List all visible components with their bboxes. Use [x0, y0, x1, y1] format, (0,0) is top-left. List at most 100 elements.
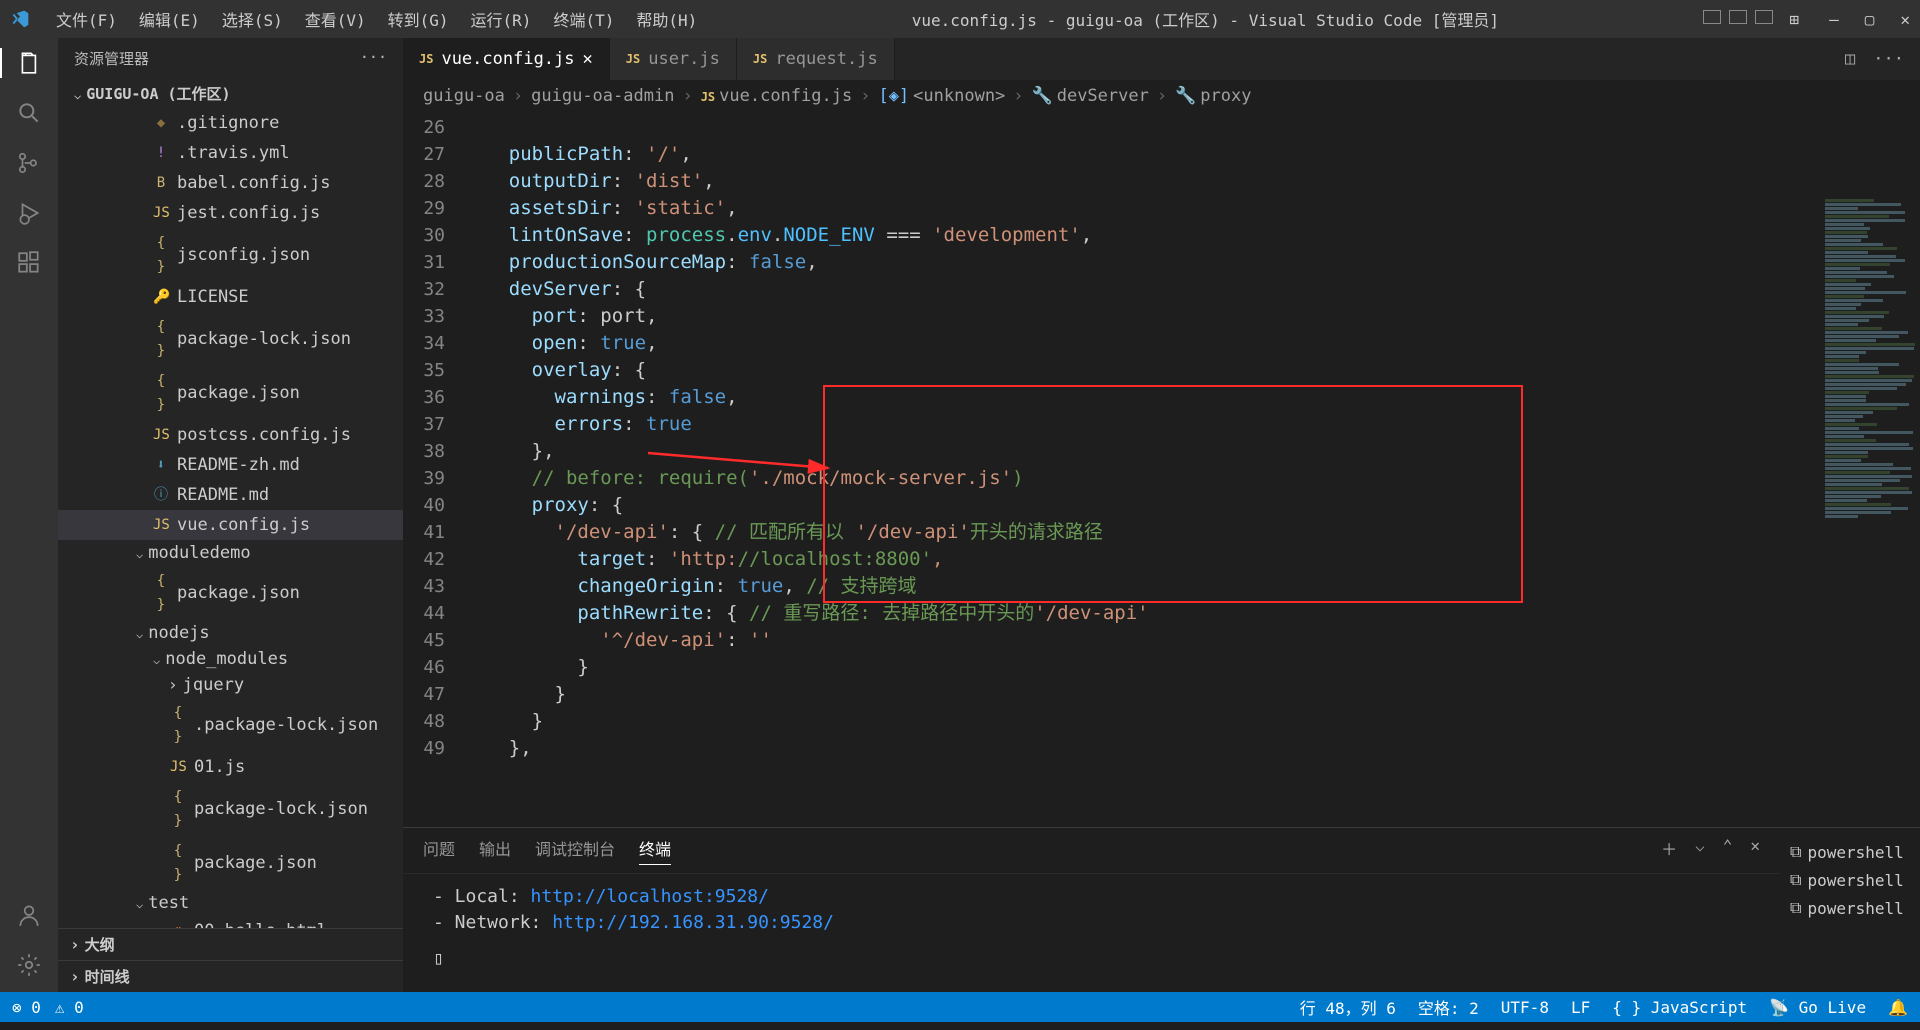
terminal-instance[interactable]: ⧉powershell	[1788, 894, 1912, 922]
file-tree-item[interactable]: ⬇README-zh.md	[58, 450, 403, 480]
folder-item[interactable]: test	[58, 890, 403, 916]
line-number: 26	[403, 114, 445, 141]
maximize-icon[interactable]: ▢	[1865, 10, 1875, 29]
menu-help[interactable]: 帮助(H)	[626, 3, 707, 35]
breadcrumb-item[interactable]: [◈]<unknown>	[878, 86, 1005, 106]
terminal-dropdown-icon[interactable]: ⌵	[1695, 836, 1705, 865]
gear-icon[interactable]	[14, 950, 44, 980]
file-tree-item[interactable]: <>00-hello.html	[58, 916, 403, 928]
breadcrumb-item[interactable]: 🔧proxy	[1175, 86, 1251, 106]
search-icon[interactable]	[14, 98, 44, 128]
file-tree-item[interactable]: { }jsconfig.json	[58, 228, 403, 282]
line-number: 30	[403, 222, 445, 249]
file-tree-item[interactable]: { }package.json	[58, 566, 403, 620]
file-name: package-lock.json	[194, 797, 368, 821]
menu-goto[interactable]: 转到(G)	[378, 3, 459, 35]
code-editor[interactable]: 2627282930313233343536373839404142434445…	[403, 112, 1920, 827]
source-control-icon[interactable]	[14, 148, 44, 178]
panel-tab-terminal[interactable]: 终端	[639, 836, 671, 865]
editor-tab[interactable]: JSuser.js	[610, 38, 737, 80]
status-warnings[interactable]: ⚠ 0	[55, 998, 84, 1017]
layout-bottom-icon[interactable]	[1729, 10, 1747, 24]
file-tree-item[interactable]: { }package.json	[58, 366, 403, 420]
status-golive[interactable]: 📡 Go Live	[1769, 998, 1866, 1017]
panel-tab-debug[interactable]: 调试控制台	[535, 836, 615, 865]
workspace-header[interactable]: GUIGU-OA (工作区)	[58, 79, 403, 108]
new-terminal-icon[interactable]: ＋	[1661, 836, 1677, 865]
breadcrumb-item[interactable]: guigu-oa-admin	[531, 86, 674, 106]
menu-file[interactable]: 文件(F)	[46, 3, 127, 35]
split-editor-icon[interactable]: ◫	[1845, 49, 1855, 69]
menu-select[interactable]: 选择(S)	[212, 3, 293, 35]
status-language[interactable]: { } JavaScript	[1612, 998, 1747, 1017]
file-name: babel.config.js	[177, 171, 331, 195]
file-tree-item[interactable]: JSvue.config.js	[58, 510, 403, 540]
line-gutter: 2627282930313233343536373839404142434445…	[403, 112, 463, 827]
folder-item[interactable]: moduledemo	[58, 540, 403, 566]
layout-left-icon[interactable]	[1703, 10, 1721, 24]
code-content[interactable]: publicPath: '/', outputDir: 'dist', asse…	[463, 112, 1920, 827]
account-icon[interactable]	[14, 900, 44, 930]
file-tree-item[interactable]: { }package-lock.json	[58, 312, 403, 366]
file-tree-item[interactable]: ⓘREADME.md	[58, 480, 403, 510]
line-number: 31	[403, 249, 445, 276]
status-eol[interactable]: LF	[1571, 998, 1590, 1017]
layout-custom-icon[interactable]: ⊞	[1789, 10, 1799, 29]
terminal-instance[interactable]: ⧉powershell	[1788, 838, 1912, 866]
panel-tab-problems[interactable]: 问题	[423, 836, 455, 865]
extensions-icon[interactable]	[14, 248, 44, 278]
minimize-icon[interactable]: —	[1829, 10, 1839, 29]
file-name: package.json	[177, 581, 300, 605]
status-spaces[interactable]: 空格: 2	[1418, 995, 1479, 1019]
breadcrumb-item[interactable]: 🔧devServer	[1032, 86, 1149, 106]
panel-tab-output[interactable]: 输出	[479, 836, 511, 865]
file-tree-item[interactable]: ◆.gitignore	[58, 108, 403, 138]
menu-view[interactable]: 查看(V)	[295, 3, 376, 35]
maximize-panel-icon[interactable]: ⌃	[1723, 836, 1733, 865]
status-cursor-position[interactable]: 行 48，列 6	[1300, 995, 1396, 1019]
activity-bar	[0, 38, 58, 992]
menu-run[interactable]: 运行(R)	[461, 3, 542, 35]
menu-terminal[interactable]: 终端(T)	[543, 3, 624, 35]
status-encoding[interactable]: UTF-8	[1501, 998, 1549, 1017]
outline-section[interactable]: 大纲	[58, 928, 403, 960]
file-tree-item[interactable]: JSjest.config.js	[58, 198, 403, 228]
file-tree-item[interactable]: { }package.json	[58, 836, 403, 890]
file-tree-item[interactable]: { }package-lock.json	[58, 782, 403, 836]
terminal-output[interactable]: - Local: http://localhost:9528/ - Networ…	[403, 874, 1780, 982]
breadcrumb[interactable]: guigu-oa›guigu-oa-admin›JSvue.config.js›…	[403, 80, 1920, 112]
file-tree-item[interactable]: JSpostcss.config.js	[58, 420, 403, 450]
breadcrumb-item[interactable]: guigu-oa	[423, 86, 505, 106]
close-tab-icon[interactable]: ✕	[583, 49, 593, 69]
folder-name: nodejs	[148, 623, 209, 643]
file-tree-item[interactable]: { }.package-lock.json	[58, 698, 403, 752]
file-tree: ◆.gitignore!.travis.ymlBbabel.config.jsJ…	[58, 108, 403, 928]
editor-tab[interactable]: JSvue.config.js✕	[403, 38, 610, 80]
file-tree-item[interactable]: 🔑LICENSE	[58, 282, 403, 312]
folder-item[interactable]: node_modules	[58, 646, 403, 672]
terminal-line: - Local: http://localhost:9528/	[433, 884, 1750, 910]
file-name: vue.config.js	[177, 513, 310, 537]
file-name: package-lock.json	[177, 327, 351, 351]
close-panel-icon[interactable]: ✕	[1750, 836, 1760, 865]
menu-edit[interactable]: 编辑(E)	[129, 3, 210, 35]
folder-item[interactable]: nodejs	[58, 620, 403, 646]
folder-item[interactable]: jquery	[58, 672, 403, 698]
file-tree-item[interactable]: Bbabel.config.js	[58, 168, 403, 198]
run-debug-icon[interactable]	[14, 198, 44, 228]
more-icon[interactable]: ···	[360, 48, 387, 69]
layout-right-icon[interactable]	[1755, 10, 1773, 24]
explorer-icon[interactable]	[0, 48, 58, 78]
breadcrumb-item[interactable]: JSvue.config.js	[701, 86, 853, 106]
terminal-panel: 问题 输出 调试控制台 终端 ＋ ⌵ ⌃ ✕ - Local: http://l…	[403, 827, 1920, 992]
status-errors[interactable]: ⊗ 0	[12, 998, 41, 1017]
timeline-section[interactable]: 时间线	[58, 960, 403, 992]
file-tree-item[interactable]: !.travis.yml	[58, 138, 403, 168]
editor-tab[interactable]: JSrequest.js	[737, 38, 895, 80]
close-icon[interactable]: ✕	[1900, 10, 1910, 29]
more-icon[interactable]: ···	[1873, 49, 1904, 69]
minimap[interactable]	[1820, 198, 1920, 618]
terminal-instance[interactable]: ⧉powershell	[1788, 866, 1912, 894]
status-notifications-icon[interactable]: 🔔	[1888, 998, 1908, 1017]
file-tree-item[interactable]: JS01.js	[58, 752, 403, 782]
